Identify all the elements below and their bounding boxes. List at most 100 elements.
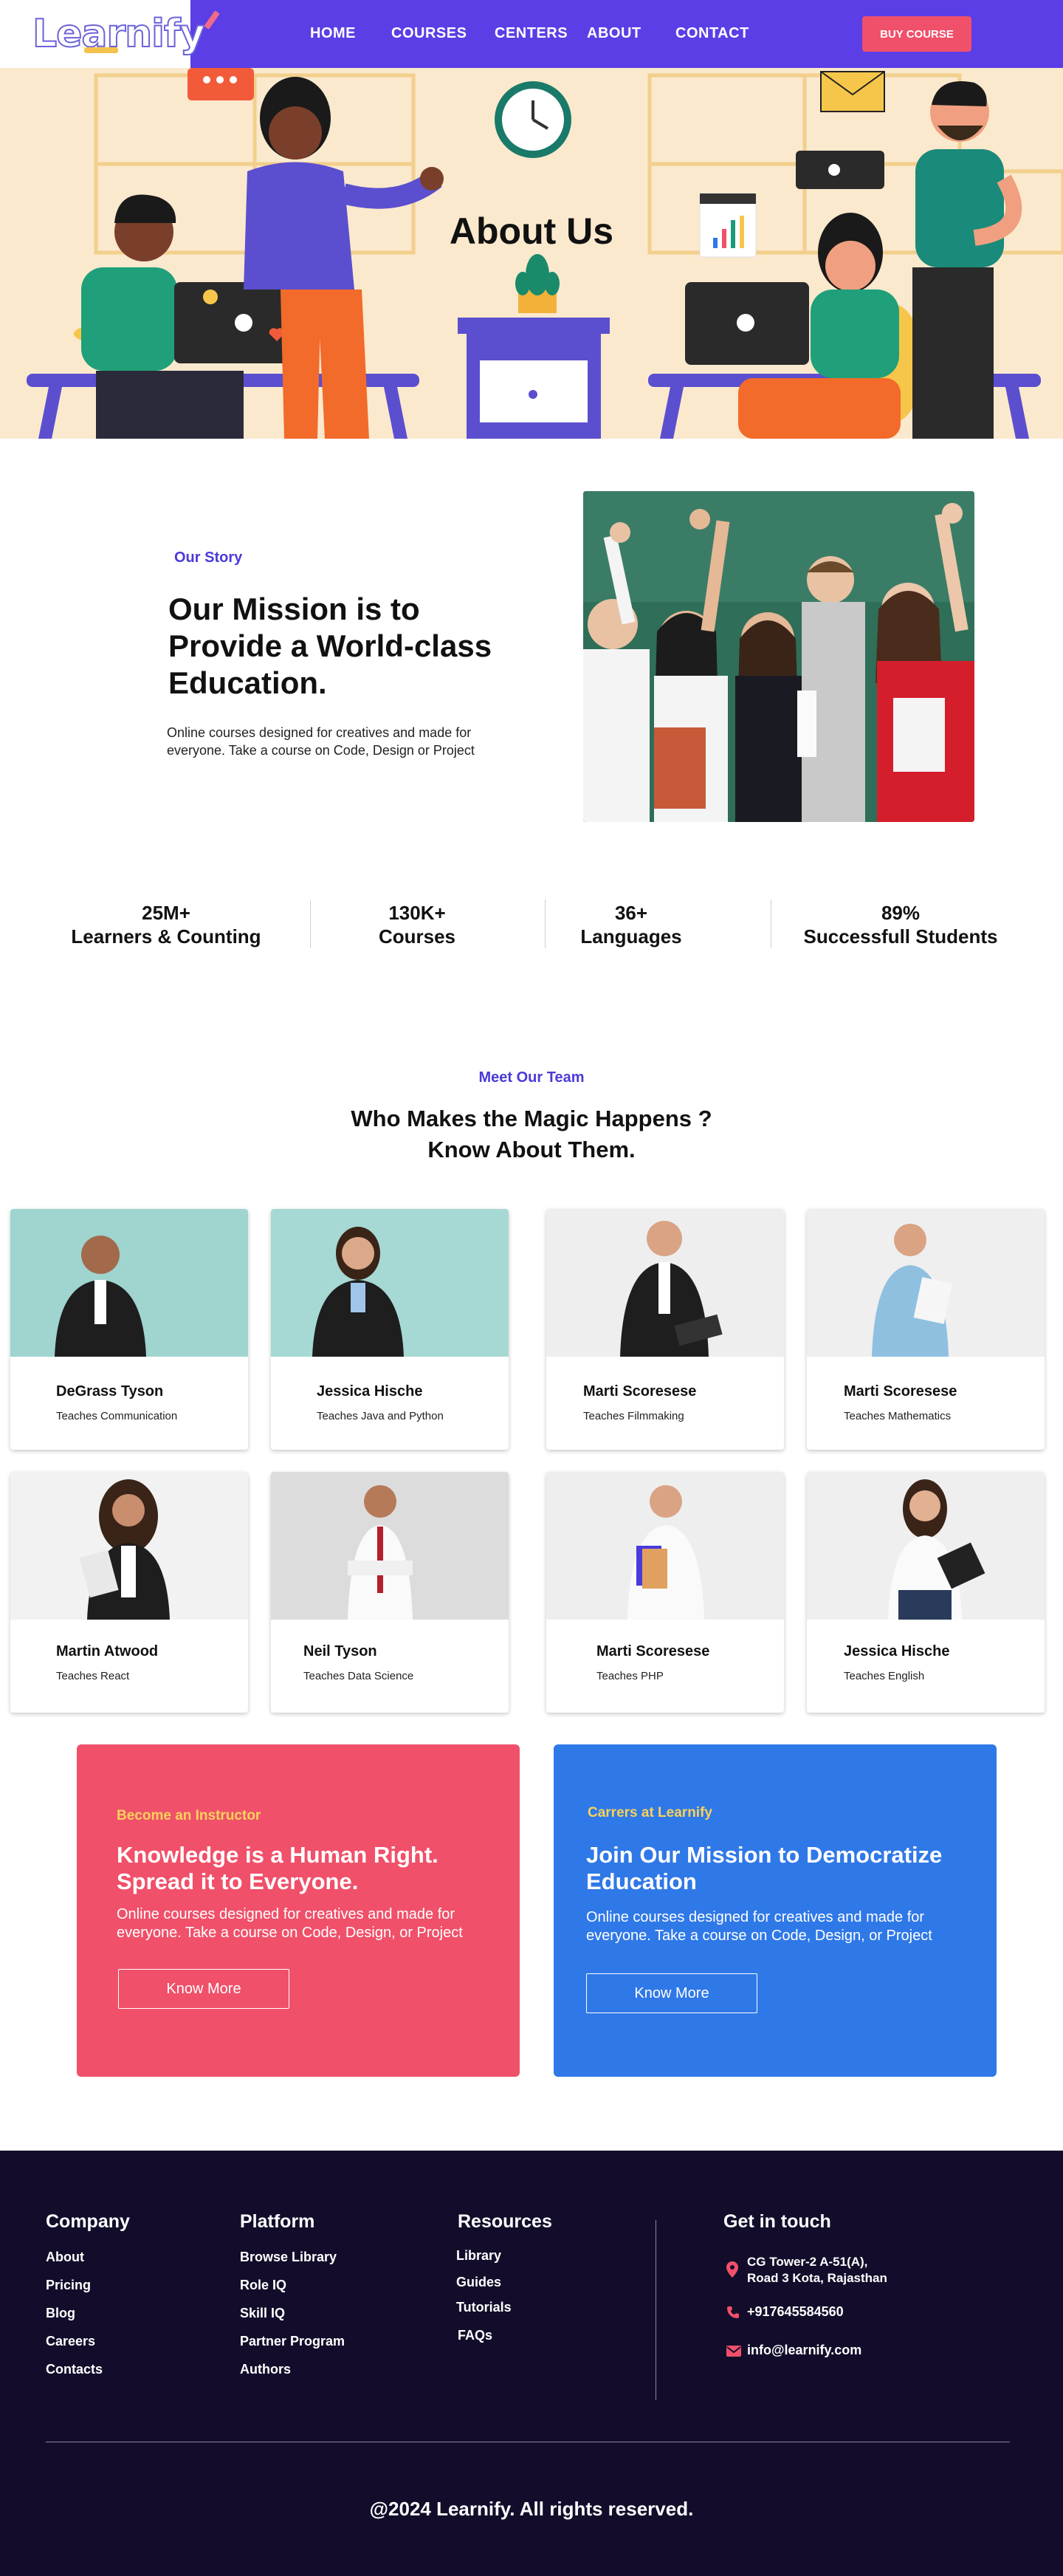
know-more-button[interactable]: Know More (586, 1973, 757, 2013)
footer-link-tutorials[interactable]: Tutorials (456, 2300, 512, 2315)
stat-success: 89% Successfull Students (790, 901, 1011, 948)
top-navbar: Learnify HOME COURSES CENTERS ABOUT CONT… (0, 0, 1063, 68)
nav-link-centers[interactable]: CENTERS (495, 25, 568, 42)
footer: Company About Pricing Blog Careers Conta… (0, 2151, 1063, 2576)
team-card[interactable]: Martin Atwood Teaches React (10, 1472, 248, 1713)
buy-course-button[interactable]: BUY COURSE (862, 16, 971, 52)
team-title-line: Who Makes the Magic Happens ? (351, 1106, 712, 1131)
team-member-role: Teaches React (56, 1670, 130, 1682)
cta-eyebrow: Carrers at Learnify (588, 1805, 712, 1820)
team-member-photo (271, 1472, 509, 1620)
stat-label: Languages (580, 925, 682, 948)
footer-heading-contact: Get in touch (723, 2211, 831, 2232)
cta-text: Online courses designed for creatives an… (586, 1909, 932, 1944)
logo-text: Learnify (32, 11, 205, 57)
footer-heading-resources: Resources (458, 2211, 552, 2232)
footer-address: CG Tower-2 A-51(A), Road 3 Kota, Rajasth… (747, 2254, 887, 2286)
story-text: Online courses designed for creatives an… (167, 725, 475, 758)
nav-link-contact[interactable]: CONTACT (675, 25, 749, 42)
team-member-name: Jessica Hische (844, 1643, 950, 1659)
team-member-name: Marti Scoresese (596, 1643, 710, 1659)
team-member-name: Marti Scoresese (844, 1383, 957, 1400)
logo-wordmark: Learnify (32, 10, 220, 57)
footer-link-blog[interactable]: Blog (46, 2306, 75, 2321)
instructor-cta-card: Become an Instructor Knowledge is a Huma… (77, 1744, 520, 2077)
nav-link-home[interactable]: HOME (310, 25, 356, 42)
footer-phone[interactable]: +917645584560 (747, 2304, 844, 2320)
stat-languages: 36+ Languages (554, 901, 709, 948)
team-card[interactable]: Marti Scoresese Teaches Mathematics (807, 1209, 1045, 1450)
stat-value: 89% (881, 902, 921, 924)
cta-text: Online courses designed for creatives an… (117, 1906, 463, 1941)
copyright-text: @2024 Learnify. All rights reserved. (369, 2498, 694, 2520)
team-member-photo (807, 1209, 1045, 1357)
team-title: Who Makes the Magic Happens ? Know About… (0, 1103, 1063, 1165)
hero-banner: About Us (0, 68, 1063, 439)
footer-link-pricing[interactable]: Pricing (46, 2278, 91, 2293)
team-member-role: Teaches Filmmaking (583, 1410, 684, 1422)
footer-link-faqs[interactable]: FAQs (458, 2328, 492, 2343)
logo-underline (84, 47, 118, 53)
footer-link-guides[interactable]: Guides (456, 2275, 501, 2290)
team-member-name: Martin Atwood (56, 1643, 159, 1659)
team-member-role: Teaches Communication (56, 1410, 178, 1422)
team-member-role: Teaches English (844, 1670, 925, 1682)
stat-value: 25M+ (142, 902, 190, 924)
team-member-name: Marti Scoresese (583, 1383, 697, 1400)
stat-divider (310, 900, 311, 948)
footer-link-skill-iq[interactable]: Skill IQ (240, 2306, 285, 2321)
cta-title: Join Our Mission to Democratize Educatio… (586, 1842, 943, 1894)
know-more-button[interactable]: Know More (118, 1969, 289, 2009)
stat-label: Successfull Students (803, 925, 998, 948)
stat-value: 130K+ (388, 902, 446, 924)
team-member-photo (546, 1472, 784, 1620)
footer-link-partner-program[interactable]: Partner Program (240, 2334, 345, 2349)
logo[interactable]: Learnify (0, 0, 220, 68)
team-member-role: Teaches Data Science (303, 1670, 414, 1682)
stat-courses: 130K+ Courses (340, 901, 495, 948)
team-member-role: Teaches PHP (596, 1670, 664, 1682)
pencil-icon (203, 10, 220, 30)
team-card[interactable]: Jessica Hische Teaches English (807, 1472, 1045, 1713)
address-line: CG Tower-2 A-51(A), (747, 2255, 868, 2269)
footer-link-library[interactable]: Library (456, 2248, 501, 2264)
team-member-name: DeGrass Tyson (56, 1383, 164, 1400)
team-member-name: Neil Tyson (303, 1643, 377, 1659)
team-member-photo (807, 1472, 1045, 1620)
footer-heading-company: Company (46, 2211, 130, 2232)
location-pin-icon (726, 2261, 738, 2278)
team-title-line: Know About Them. (427, 1137, 636, 1162)
team-member-role: Teaches Mathematics (844, 1410, 952, 1422)
phone-icon (727, 2306, 739, 2318)
team-member-role: Teaches Java and Python (317, 1410, 444, 1422)
cta-eyebrow: Become an Instructor (117, 1808, 261, 1823)
footer-link-browse-library[interactable]: Browse Library (240, 2250, 337, 2265)
team-card[interactable]: DeGrass Tyson Teaches Communication (10, 1209, 248, 1450)
stat-learners: 25M+ Learners & Counting (66, 901, 266, 948)
students-photo (583, 491, 974, 822)
footer-link-authors[interactable]: Authors (240, 2362, 291, 2377)
email-icon (726, 2346, 741, 2357)
team-member-photo (271, 1209, 509, 1357)
stat-label: Learners & Counting (71, 925, 261, 948)
team-eyebrow: Meet Our Team (478, 1069, 585, 1086)
footer-link-careers[interactable]: Careers (46, 2334, 95, 2349)
nav-link-courses[interactable]: COURSES (391, 25, 467, 42)
team-card[interactable]: Marti Scoresese Teaches Filmmaking (546, 1209, 784, 1450)
address-line: Road 3 Kota, Rajasthan (747, 2271, 887, 2285)
cta-title: Knowledge is a Human Right. Spread it to… (117, 1842, 438, 1894)
careers-cta-card: Carrers at Learnify Join Our Mission to … (554, 1744, 997, 2077)
hero-title: About Us (449, 210, 614, 252)
team-card[interactable]: Neil Tyson Teaches Data Science (271, 1472, 509, 1713)
nav-link-about[interactable]: ABOUT (587, 25, 641, 42)
stat-value: 36+ (614, 902, 648, 924)
footer-link-role-iq[interactable]: Role IQ (240, 2278, 286, 2293)
team-card[interactable]: Jessica Hische Teaches Java and Python (271, 1209, 509, 1450)
footer-email[interactable]: info@learnify.com (747, 2343, 861, 2358)
footer-link-contacts[interactable]: Contacts (46, 2362, 103, 2377)
team-member-photo (10, 1472, 248, 1620)
footer-link-about[interactable]: About (46, 2250, 84, 2265)
stat-label: Courses (378, 925, 456, 948)
footer-heading-platform: Platform (240, 2211, 315, 2232)
team-card[interactable]: Marti Scoresese Teaches PHP (546, 1472, 784, 1713)
